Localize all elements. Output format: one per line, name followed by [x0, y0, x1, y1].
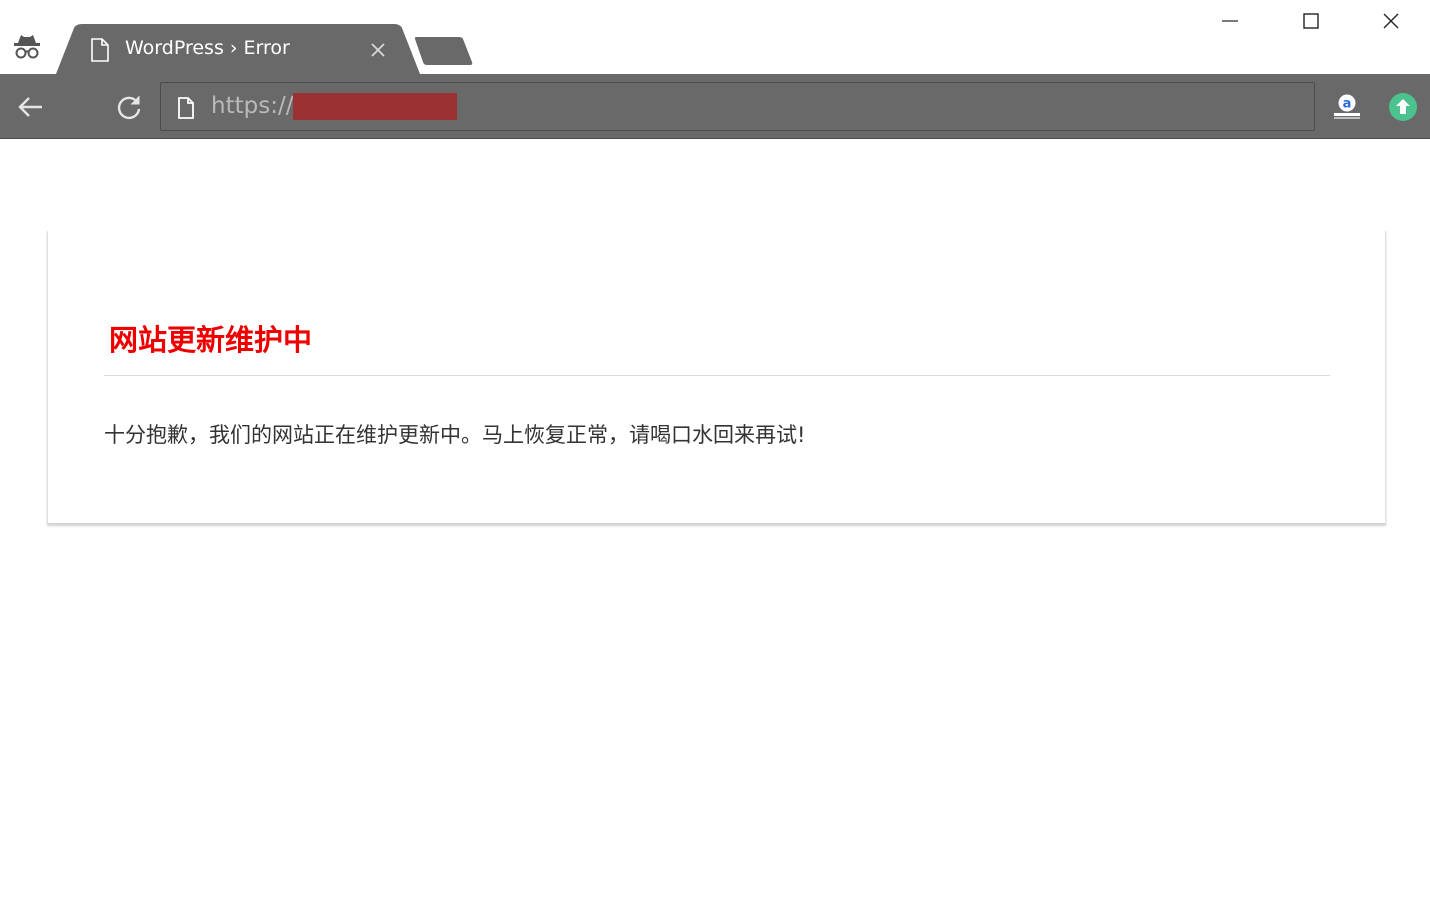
svg-text:a: a	[1343, 97, 1352, 112]
back-arrow-icon	[18, 97, 42, 117]
upload-arrow-icon	[1389, 93, 1417, 121]
amazon-assistant-icon: a	[1334, 94, 1360, 119]
upload-extension-button[interactable]	[1387, 91, 1419, 123]
tab-title: WordPress › Error	[125, 37, 290, 59]
page-icon	[90, 38, 110, 62]
error-card: 网站更新维护中 十分抱歉，我们的网站正在维护更新中。马上恢复正常，请喝口水回来再…	[47, 231, 1386, 524]
divider	[104, 375, 1330, 376]
browser-title-bar: WordPress › Error	[0, 0, 1430, 74]
redacted-url-block	[293, 93, 457, 120]
minimize-icon	[1222, 20, 1238, 22]
browser-tab-active[interactable]: WordPress › Error	[56, 24, 422, 74]
minimize-window-button[interactable]	[1191, 0, 1269, 40]
reload-button[interactable]	[112, 90, 146, 124]
url-text: https://	[211, 93, 294, 119]
close-icon	[1383, 13, 1399, 29]
page-icon	[177, 97, 195, 119]
close-window-button[interactable]	[1352, 0, 1430, 40]
error-message: 十分抱歉，我们的网站正在维护更新中。马上恢复正常，请喝口水回来再试!	[104, 423, 806, 447]
maximize-window-button[interactable]	[1272, 0, 1350, 40]
amazon-assistant-extension-button[interactable]: a	[1330, 90, 1364, 124]
incognito-icon	[10, 30, 44, 64]
address-bar[interactable]: https://	[160, 82, 1315, 131]
maximize-icon	[1303, 13, 1319, 29]
new-tab-button[interactable]	[413, 37, 473, 65]
browser-toolbar: https:// a	[0, 74, 1430, 139]
page-title: 网站更新维护中	[109, 323, 313, 357]
close-icon[interactable]	[368, 40, 388, 60]
back-button[interactable]	[14, 90, 48, 124]
reload-icon	[117, 96, 141, 120]
